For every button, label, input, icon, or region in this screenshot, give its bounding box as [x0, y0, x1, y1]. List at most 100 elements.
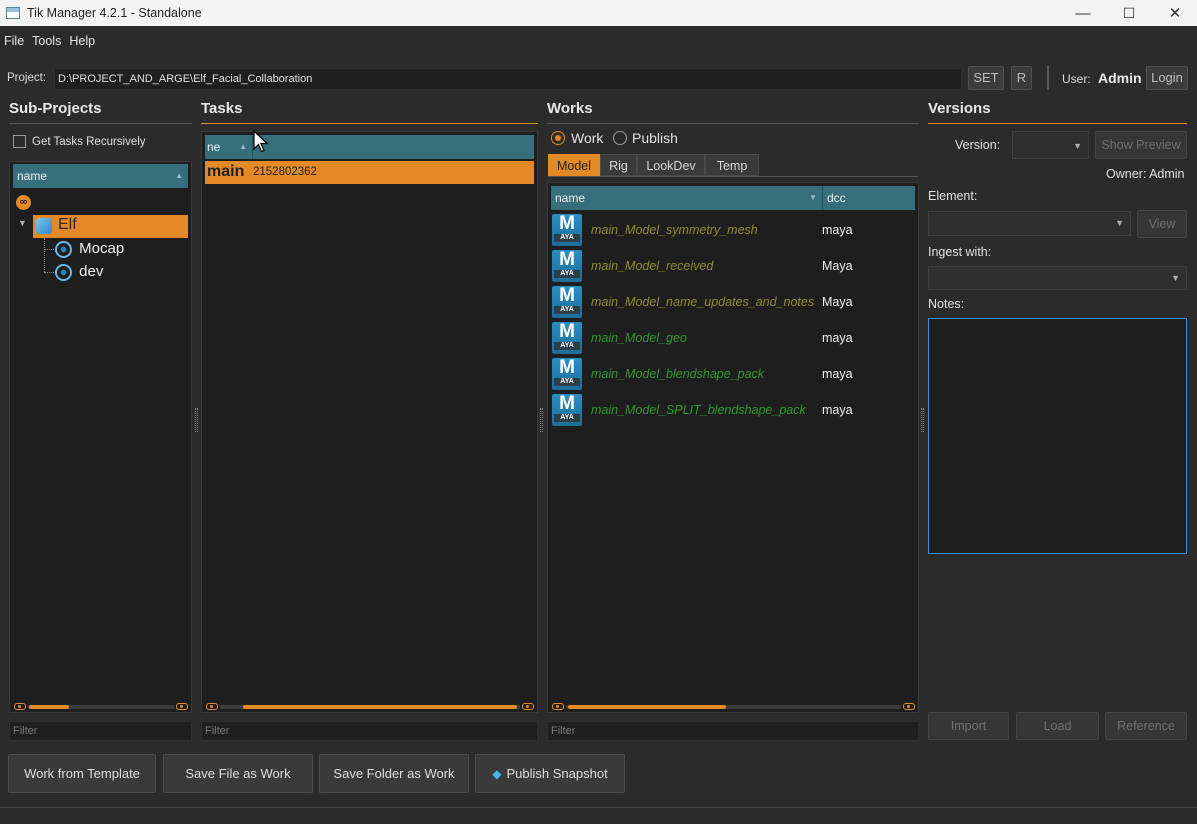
element-combo[interactable]: ▼ — [928, 211, 1131, 236]
tab-model[interactable]: Model — [548, 154, 600, 176]
work-dcc: maya — [822, 223, 853, 237]
project-label: Project: — [7, 72, 46, 84]
import-button[interactable]: Import — [928, 712, 1009, 740]
version-combo[interactable]: ▼ — [1012, 131, 1089, 159]
works-title: Works — [547, 100, 919, 124]
login-button[interactable]: Login — [1146, 66, 1188, 90]
window-title: Tik Manager 4.2.1 - Standalone — [27, 6, 202, 20]
task-row-main[interactable]: main 2152802362 — [205, 161, 534, 184]
menu-tools[interactable]: Tools — [28, 34, 65, 48]
work-dcc: maya — [822, 403, 853, 417]
work-dcc: maya — [822, 367, 853, 381]
work-dcc: Maya — [822, 295, 853, 309]
work-radio-label[interactable]: Work — [571, 130, 603, 146]
work-row[interactable]: M AYA main_Model_geo maya — [548, 322, 914, 356]
version-label: Version: — [955, 138, 1001, 152]
subprojects-filter-input[interactable]: Filter — [9, 721, 192, 741]
scroll-left-icon[interactable] — [14, 703, 26, 710]
tree-item-elf[interactable]: Elf — [33, 215, 188, 238]
subprojects-title: Sub-Projects — [9, 100, 192, 124]
work-row[interactable]: M AYA main_Model_received Maya — [548, 250, 914, 284]
header-name-label: name — [555, 191, 586, 205]
set-project-button[interactable]: SET — [968, 66, 1004, 90]
splitter-handle[interactable] — [195, 408, 198, 432]
maya-icon: M AYA — [552, 250, 582, 282]
scroll-thumb[interactable] — [568, 705, 726, 709]
work-from-template-button[interactable]: Work from Template — [8, 754, 156, 793]
film-reel-icon — [55, 240, 72, 258]
load-button[interactable]: Load — [1016, 712, 1099, 740]
reference-button[interactable]: Reference — [1105, 712, 1187, 740]
tree-item-label: dev — [79, 263, 104, 280]
work-radio[interactable] — [551, 131, 565, 145]
publish-radio[interactable] — [613, 131, 627, 145]
chevron-down-icon: ▼ — [1073, 141, 1082, 151]
tree-item-dev[interactable]: dev — [55, 261, 103, 283]
scroll-right-icon[interactable] — [903, 703, 915, 710]
subprojects-tree[interactable]: name ▲ ∞ ▼ Elf Mocap dev — [9, 161, 192, 713]
scroll-thumb[interactable] — [29, 705, 69, 709]
save-folder-as-work-button[interactable]: Save Folder as Work — [319, 754, 469, 793]
get-tasks-recursively-checkbox[interactable] — [13, 135, 26, 148]
maya-icon: M AYA — [552, 394, 582, 426]
work-row[interactable]: M AYA main_Model_SPLIT_blendshape_pack ma… — [548, 394, 914, 428]
horizontal-scrollbar[interactable] — [14, 703, 188, 710]
tasks-table[interactable]: ne ▲ main 2152802362 — [201, 131, 538, 713]
save-file-as-work-button[interactable]: Save File as Work — [163, 754, 313, 793]
tasks-title: Tasks — [201, 100, 538, 124]
maya-icon: M AYA — [552, 214, 582, 246]
project-path-field[interactable]: D:\PROJECT_AND_ARGE\Elf_Facial_Collabora… — [54, 68, 962, 90]
publish-radio-label[interactable]: Publish — [632, 130, 678, 146]
tab-lookdev[interactable]: LookDev — [637, 154, 705, 176]
publish-snapshot-button[interactable]: ◆ Publish Snapshot — [475, 754, 625, 793]
expand-arrow-icon[interactable]: ▼ — [18, 218, 27, 228]
work-row[interactable]: M AYA main_Model_symmetry_mesh maya — [548, 214, 914, 248]
tasks-header-id[interactable] — [252, 135, 534, 159]
scroll-left-icon[interactable] — [552, 703, 564, 710]
cube-icon — [36, 218, 52, 234]
works-table[interactable]: name ▼ dcc M AYA main_Model_symmetry_mesh… — [547, 182, 919, 713]
tree-item-mocap[interactable]: Mocap — [55, 238, 124, 260]
maya-icon: M AYA — [552, 322, 582, 354]
work-row[interactable]: M AYA main_Model_name_updates_and_notes M… — [548, 286, 914, 320]
splitter-handle[interactable] — [921, 408, 924, 432]
tab-bar-underline — [548, 176, 918, 177]
minimize-button[interactable]: — — [1060, 0, 1106, 26]
tree-item-label: Mocap — [79, 240, 125, 257]
ingest-combo[interactable]: ▼ — [928, 266, 1187, 290]
horizontal-scrollbar[interactable] — [206, 703, 534, 710]
scroll-right-icon[interactable] — [176, 703, 188, 710]
chevron-down-icon: ▼ — [1171, 273, 1180, 283]
film-reel-icon — [55, 263, 72, 281]
versions-title: Versions — [928, 100, 1187, 124]
show-preview-button[interactable]: Show Preview — [1095, 131, 1187, 159]
get-tasks-recursively-label[interactable]: Get Tasks Recursively — [32, 136, 146, 148]
work-row[interactable]: M AYA main_Model_blendshape_pack maya — [548, 358, 914, 392]
scroll-thumb[interactable] — [243, 705, 517, 709]
menu-help[interactable]: Help — [65, 34, 99, 48]
scroll-left-icon[interactable] — [206, 703, 218, 710]
tasks-filter-input[interactable]: Filter — [201, 721, 538, 741]
tab-temp[interactable]: Temp — [705, 154, 759, 176]
works-filter-input[interactable]: Filter — [547, 721, 919, 741]
horizontal-scrollbar[interactable] — [552, 703, 915, 710]
recent-projects-button[interactable]: R — [1011, 66, 1032, 90]
work-name: main_Model_received — [591, 259, 714, 273]
root-infinity-icon[interactable]: ∞ — [16, 195, 31, 210]
tasks-header-name[interactable]: ne ▲ — [205, 135, 252, 159]
splitter-handle[interactable] — [540, 408, 543, 432]
works-header-name[interactable]: name ▼ — [551, 186, 822, 210]
element-label: Element: — [928, 189, 978, 203]
notes-textarea[interactable] — [928, 318, 1187, 554]
ingest-label: Ingest with: — [928, 245, 992, 259]
close-button[interactable]: ✕ — [1152, 0, 1197, 26]
works-header-dcc[interactable]: dcc — [822, 186, 915, 210]
menu-file[interactable]: File — [0, 34, 28, 48]
subprojects-header-name[interactable]: name ▲ — [13, 164, 188, 188]
maya-icon: M AYA — [552, 358, 582, 390]
scroll-right-icon[interactable] — [522, 703, 534, 710]
view-button[interactable]: View — [1137, 210, 1187, 238]
maximize-button[interactable]: ☐ — [1106, 0, 1152, 26]
tree-branch-line — [44, 272, 54, 273]
tab-rig[interactable]: Rig — [600, 154, 637, 176]
